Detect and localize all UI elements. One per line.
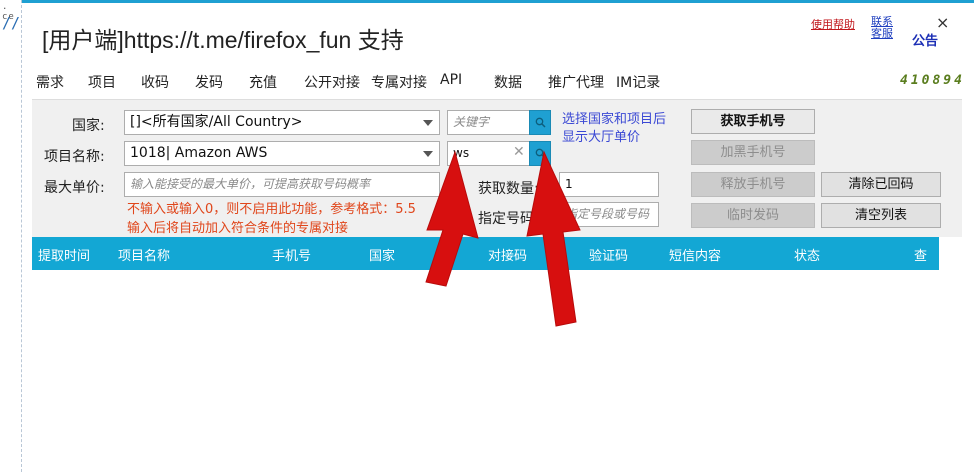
column-header[interactable]: 验证码 <box>589 245 628 264</box>
tab-promotion-agent[interactable]: 推广代理 <box>548 72 604 92</box>
project-select[interactable]: 1018| Amazon AWS <box>124 141 440 166</box>
column-header[interactable]: 手机号 <box>272 245 311 264</box>
results-table-header: 提取时间 项目名称 手机号 国家 对接码 验证码 短信内容 状态 查 <box>32 237 939 270</box>
results-table-body <box>32 270 939 472</box>
country-search-button[interactable] <box>529 110 551 135</box>
column-header[interactable]: 项目名称 <box>118 245 170 264</box>
temp-send-button[interactable]: 临时发码 <box>691 203 815 228</box>
max-price-label: 最大单价: <box>44 180 105 196</box>
column-header[interactable]: 状态 <box>794 245 820 264</box>
contact-support-link[interactable]: 联系客服 <box>871 16 897 40</box>
quantity-label: 获取数量: <box>478 181 539 197</box>
close-icon[interactable]: × <box>936 13 949 32</box>
tab-data[interactable]: 数据 <box>494 72 522 92</box>
get-number-button[interactable]: 获取手机号 <box>691 109 815 134</box>
tab-project[interactable]: 项目 <box>88 72 116 92</box>
clear-icon[interactable]: ✕ <box>513 144 525 160</box>
tab-receive-code[interactable]: 收码 <box>141 72 169 92</box>
background-link: // <box>2 14 21 32</box>
tab-api[interactable]: API <box>440 72 462 88</box>
quantity-input[interactable]: 1 <box>559 172 659 197</box>
project-label: 项目名称: <box>44 149 105 165</box>
project-search-text: ws <box>453 146 470 160</box>
tab-demand[interactable]: 需求 <box>36 72 64 92</box>
window-title: [用户端]https://t.me/firefox_fun 支持 <box>42 27 404 53</box>
receive-code-panel: 国家: []<所有国家/All Country> 关键字 选择国家和项目后显示大… <box>32 99 962 237</box>
price-note-line2: 输入后将自动加入符合条件的专属对接 <box>127 221 349 236</box>
price-note-line1: 不输入或输入0，则不启用此功能，参考格式：5.5 <box>127 202 416 217</box>
project-search-button[interactable] <box>529 141 551 166</box>
country-keyword-input[interactable]: 关键字 <box>447 110 530 135</box>
column-header[interactable]: 提取时间 <box>38 245 90 264</box>
clear-list-button[interactable]: 清空列表 <box>821 203 941 228</box>
chevron-down-icon <box>423 120 433 126</box>
balance-counter: 410894 <box>900 73 965 88</box>
search-icon <box>535 117 546 128</box>
column-header[interactable]: 短信内容 <box>669 245 721 264</box>
blacklist-number-button[interactable]: 加黑手机号 <box>691 140 815 165</box>
project-select-value: 1018| Amazon AWS <box>130 145 268 161</box>
chevron-down-icon <box>423 151 433 157</box>
search-icon <box>535 148 546 159</box>
clear-received-button[interactable]: 清除已回码 <box>821 172 941 197</box>
help-link[interactable]: 使用帮助 <box>811 16 855 32</box>
specify-number-label: 指定号码: <box>478 211 539 227</box>
country-label: 国家: <box>72 118 105 134</box>
tab-exclusive-docking[interactable]: 专属对接 <box>371 72 427 92</box>
tab-recharge[interactable]: 充值 <box>249 72 277 92</box>
tab-im-records[interactable]: IM记录 <box>616 72 660 92</box>
max-price-input[interactable]: 输入能接受的最大单价，可提高获取号码概率 <box>124 172 440 197</box>
column-header[interactable]: 国家 <box>369 245 395 264</box>
country-select[interactable]: []<所有国家/All Country> <box>124 110 440 135</box>
tab-public-docking[interactable]: 公开对接 <box>304 72 360 92</box>
country-select-value: []<所有国家/All Country> <box>130 114 303 130</box>
tab-send-code[interactable]: 发码 <box>195 72 223 92</box>
column-header[interactable]: 对接码 <box>488 245 527 264</box>
app-window: [用户端]https://t.me/firefox_fun 支持 使用帮助 联系… <box>22 0 974 472</box>
background-window-strip: . ce // <box>0 0 22 472</box>
release-number-button[interactable]: 释放手机号 <box>691 172 815 197</box>
specify-number-input[interactable]: 指定号段或号码 <box>559 202 659 227</box>
column-header[interactable]: 查 <box>914 245 927 264</box>
notice-link[interactable]: 公告 <box>912 30 938 49</box>
price-hint: 选择国家和项目后显示大厅单价 <box>562 112 667 145</box>
